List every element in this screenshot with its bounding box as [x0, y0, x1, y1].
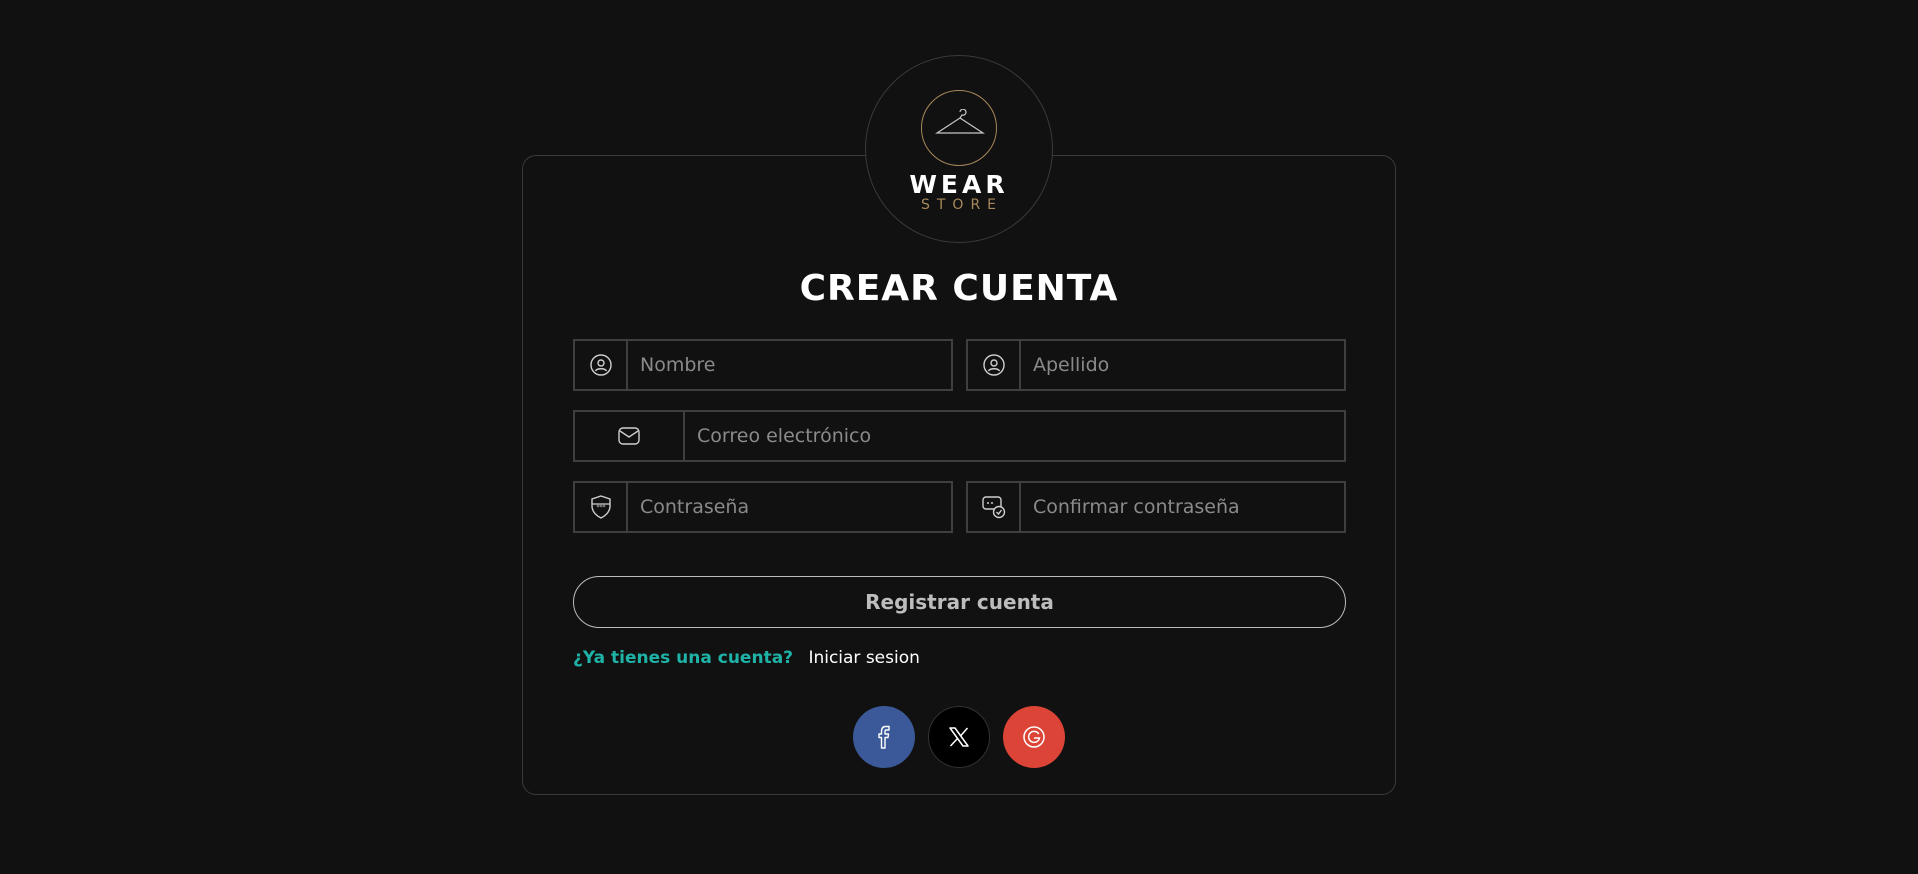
user-circle-icon: [589, 354, 612, 376]
register-card: [522, 155, 1396, 795]
shield-password-icon: ***: [590, 495, 611, 519]
password-field: ***: [573, 481, 953, 533]
facebook-icon: [878, 725, 890, 749]
logo-wordmark: WEAR: [909, 170, 1009, 199]
user-circle-icon: [982, 354, 1005, 376]
last-name-input[interactable]: [1021, 341, 1344, 389]
svg-text:***: ***: [596, 504, 605, 511]
email-icon-box: [575, 412, 685, 460]
logo-ring: [921, 90, 997, 166]
email-field: [573, 410, 1346, 462]
register-button[interactable]: Registrar cuenta: [573, 576, 1346, 628]
google-icon: [1023, 726, 1045, 748]
first-name-icon-box: [575, 341, 628, 389]
brand-logo: WEAR STORE: [865, 55, 1053, 243]
confirm-password-field: [966, 481, 1346, 533]
page-title: CREAR CUENTA: [799, 268, 1119, 309]
confirm-password-icon-box: [968, 483, 1021, 531]
confirm-password-input[interactable]: [1021, 483, 1344, 531]
last-name-field: [966, 339, 1346, 391]
hanger-icon: [935, 109, 985, 134]
login-link[interactable]: Iniciar sesion: [808, 648, 919, 668]
x-icon: [949, 727, 969, 747]
have-account-text: ¿Ya tienes una cuenta?: [573, 648, 794, 668]
google-button[interactable]: [1003, 706, 1065, 768]
register-page: WEAR STORE CREAR CUENTA Nombre Apellido …: [0, 0, 1918, 874]
facebook-button[interactable]: [853, 706, 915, 768]
first-name-input[interactable]: [628, 341, 951, 389]
password-check-icon: [981, 496, 1005, 519]
email-input[interactable]: [685, 412, 1344, 460]
logo-subtitle: STORE: [920, 197, 1004, 213]
x-button[interactable]: [928, 706, 990, 768]
login-row: ¿Ya tienes una cuenta? Iniciar sesion: [573, 648, 920, 668]
password-icon-box: ***: [575, 483, 628, 531]
envelope-icon: [618, 427, 640, 445]
first-name-field: [573, 339, 953, 391]
password-input[interactable]: [628, 483, 951, 531]
last-name-icon-box: [968, 341, 1021, 389]
